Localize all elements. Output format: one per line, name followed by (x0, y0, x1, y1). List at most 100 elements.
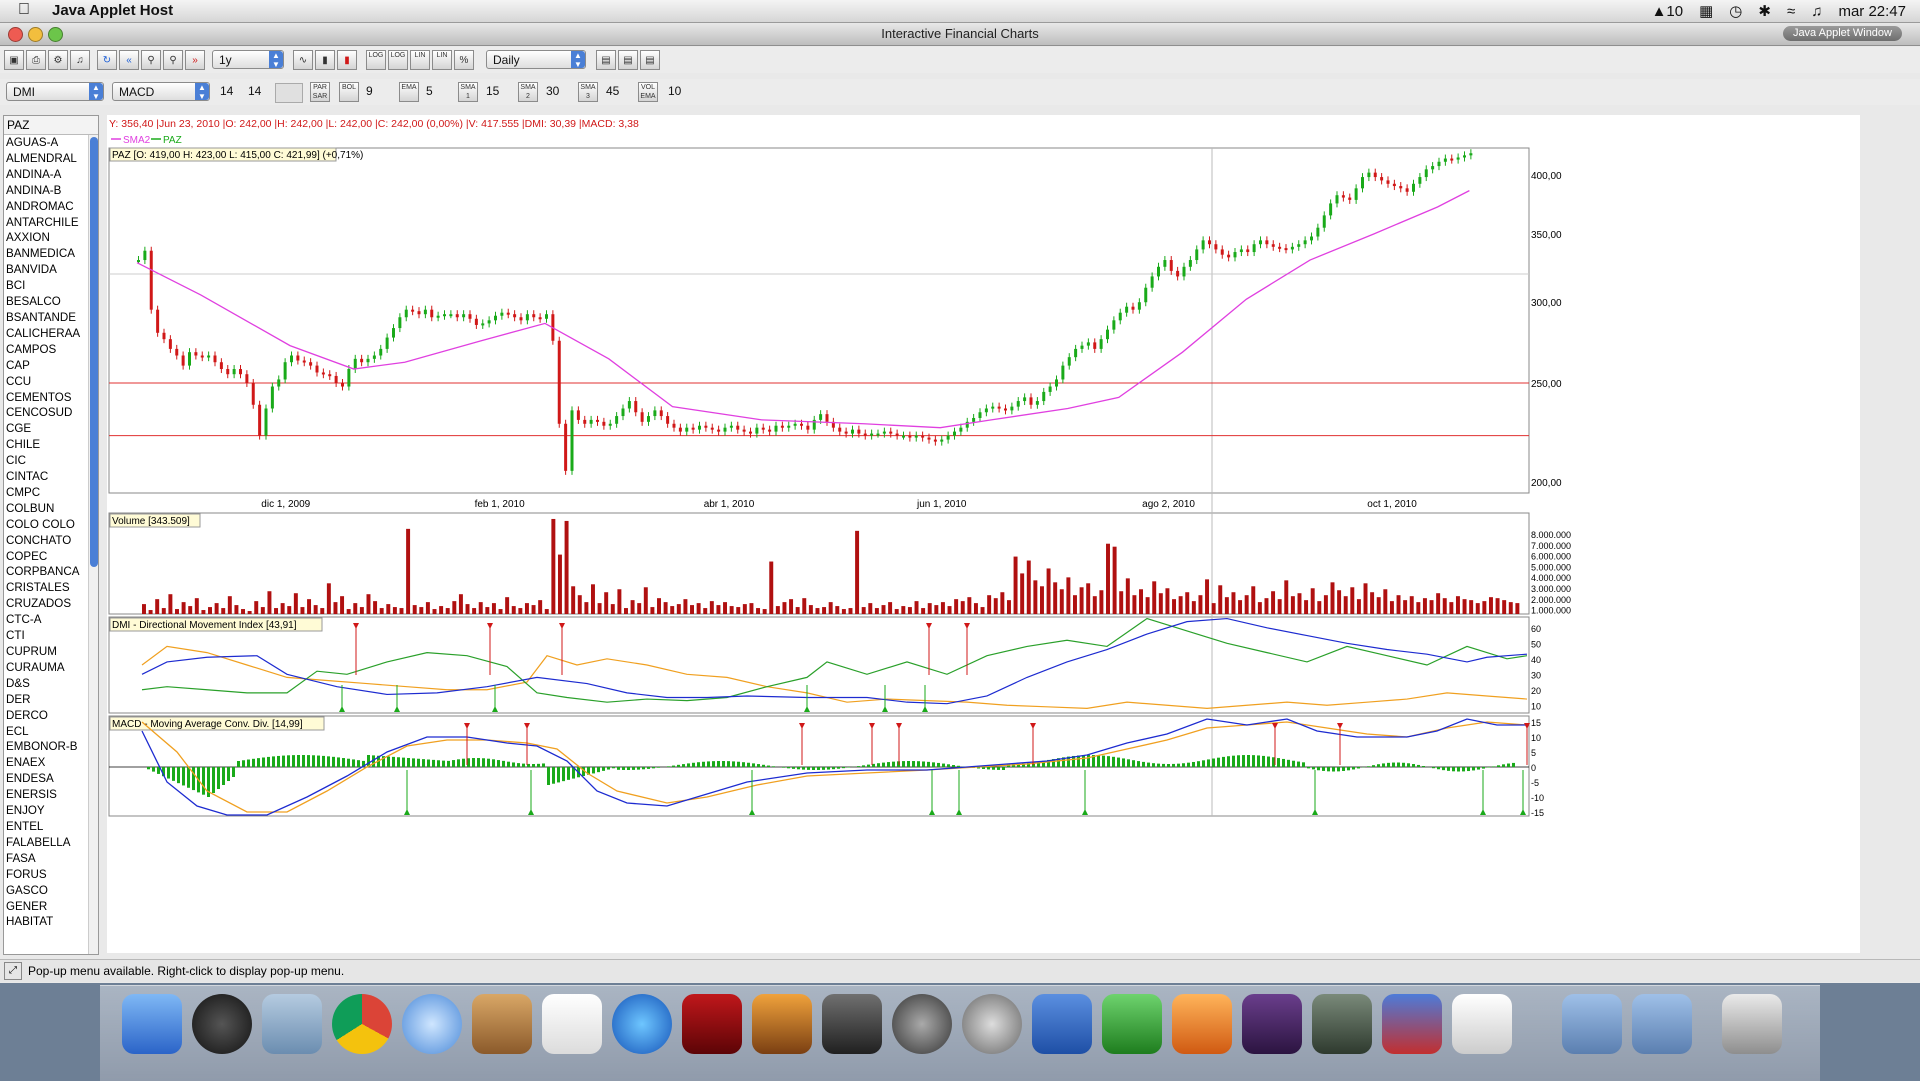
symbol-item[interactable]: CALICHERAA (4, 326, 98, 342)
param-1[interactable]: 14 (220, 84, 233, 98)
scroll-left-icon[interactable]: « (119, 50, 139, 70)
volume-ema-button[interactable]: VOL EMA (638, 82, 658, 102)
address-book-icon[interactable] (472, 994, 532, 1054)
symbol-item[interactable]: CURAUMA (4, 660, 98, 676)
documents-folder-icon[interactable] (1632, 994, 1692, 1054)
symbol-item[interactable]: CTI (4, 628, 98, 644)
photo-booth-icon[interactable] (1312, 994, 1372, 1054)
layout-3-icon[interactable]: ▤ (640, 50, 660, 70)
symbol-item[interactable]: GENER (4, 899, 98, 915)
bar-chart-icon[interactable]: ▮ (315, 50, 335, 70)
zoom-window-button[interactable] (48, 27, 63, 42)
symbol-item[interactable]: AXXION (4, 230, 98, 246)
mail-icon[interactable] (262, 994, 322, 1054)
interval-select[interactable]: Daily▲▼ (486, 50, 586, 69)
sma2-value[interactable]: 30 (546, 84, 559, 98)
layout-2-icon[interactable]: ▤ (618, 50, 638, 70)
time-machine-dock-icon[interactable] (892, 994, 952, 1054)
symbol-item[interactable]: COLO COLO (4, 517, 98, 533)
symbol-item[interactable]: CHILE (4, 437, 98, 453)
symbol-item[interactable]: CIC (4, 453, 98, 469)
candle-chart-icon[interactable]: ▮ (337, 50, 357, 70)
symbol-item[interactable]: CORPBANCA (4, 564, 98, 580)
price-panel[interactable] (109, 148, 1529, 493)
symbol-list[interactable]: PAZ AGUAS-AALMENDRALANDINA-AANDINA-BANDR… (3, 115, 99, 955)
wifi-icon[interactable]: ≈ (1787, 3, 1795, 20)
trash-icon[interactable] (1722, 994, 1782, 1054)
adobe-status-icon[interactable]: ▲10 (1652, 3, 1684, 20)
param-2[interactable]: 14 (248, 84, 261, 98)
symbol-item[interactable]: ENDESA (4, 771, 98, 787)
chart-type-icon[interactable]: ▣ (4, 50, 24, 70)
word-icon[interactable] (1032, 994, 1092, 1054)
symbol-item[interactable]: DER (4, 692, 98, 708)
sma3-value[interactable]: 45 (606, 84, 619, 98)
symbol-item[interactable]: FORUS (4, 867, 98, 883)
zoom-in-icon[interactable]: ⚲ (141, 50, 161, 70)
refresh-icon[interactable]: ↻ (97, 50, 117, 70)
chart-area[interactable]: Y: 356,40 |Jun 23, 2010 |O: 242,00 |H: 2… (107, 115, 1860, 953)
symbol-item[interactable]: CCU (4, 374, 98, 390)
indicator-select-2[interactable]: MACD▲▼ (112, 82, 210, 101)
symbol-item[interactable]: ENTEL (4, 819, 98, 835)
symbol-item[interactable]: CENCOSUD (4, 405, 98, 421)
symbol-item[interactable]: CRUZADOS (4, 596, 98, 612)
symbol-item[interactable]: FASA (4, 851, 98, 867)
log-scale-button-1[interactable]: LOG (366, 50, 386, 70)
front-row-icon[interactable] (682, 994, 742, 1054)
symbol-item[interactable]: CTC-A (4, 612, 98, 628)
symbol-item[interactable]: FALABELLA (4, 835, 98, 851)
symbol-item[interactable]: BANMEDICA (4, 246, 98, 262)
zoom-out-icon[interactable]: ⚲ (163, 50, 183, 70)
symbol-item[interactable]: BSANTANDE (4, 310, 98, 326)
parallels-icon[interactable] (1382, 994, 1442, 1054)
excel-icon[interactable] (1102, 994, 1162, 1054)
apple-menu-icon[interactable]:  (18, 1, 30, 19)
premiere-icon[interactable] (1242, 994, 1302, 1054)
minimize-window-button[interactable] (28, 27, 43, 42)
symbol-item[interactable]: CAP (4, 358, 98, 374)
bluetooth-icon[interactable]: ✱ (1758, 2, 1771, 20)
ema-button[interactable]: EMA (399, 82, 419, 102)
symbol-item[interactable]: CINTAC (4, 469, 98, 485)
bollinger-button[interactable]: BOL (339, 82, 359, 102)
system-preferences-icon[interactable] (962, 994, 1022, 1054)
iphoto-icon[interactable] (752, 994, 812, 1054)
symbol-item[interactable]: ENERSIS (4, 787, 98, 803)
symbol-item[interactable]: ENJOY (4, 803, 98, 819)
symbol-item[interactable]: ECL (4, 724, 98, 740)
sma3-button[interactable]: SMA 3 (578, 82, 598, 102)
symbol-item[interactable]: ANDINA-B (4, 183, 98, 199)
ichat-icon[interactable] (402, 994, 462, 1054)
symbol-item[interactable]: CUPRUM (4, 644, 98, 660)
symbol-item[interactable]: COLBUN (4, 501, 98, 517)
symbol-item[interactable]: AGUAS-A (4, 135, 98, 151)
symbol-item[interactable]: EMBONOR-B (4, 739, 98, 755)
symbol-item[interactable]: DERCO (4, 708, 98, 724)
symbol-item[interactable]: CEMENTOS (4, 390, 98, 406)
symbol-item[interactable]: CMPC (4, 485, 98, 501)
java-coffee-icon[interactable] (1452, 994, 1512, 1054)
imovie-icon[interactable] (822, 994, 882, 1054)
symbol-item[interactable]: ANDROMAC (4, 199, 98, 215)
linear-scale-button-2[interactable]: LIN (432, 50, 452, 70)
scrollbar-thumb[interactable] (90, 137, 98, 567)
symbol-item[interactable]: COPEC (4, 549, 98, 565)
bollinger-value[interactable]: 9 (366, 84, 373, 98)
symbol-item[interactable]: HABITAT (4, 914, 98, 930)
symbol-item[interactable]: GASCO (4, 883, 98, 899)
symbol-item[interactable]: BANVIDA (4, 262, 98, 278)
symbol-item[interactable]: CAMPOS (4, 342, 98, 358)
param-3-empty[interactable] (275, 83, 303, 103)
symbol-item[interactable]: BESALCO (4, 294, 98, 310)
symbol-item[interactable]: CRISTALES (4, 580, 98, 596)
applications-folder-icon[interactable] (1562, 994, 1622, 1054)
symbol-item[interactable]: D&S (4, 676, 98, 692)
percent-scale-button[interactable]: % (454, 50, 474, 70)
sma1-value[interactable]: 15 (486, 84, 499, 98)
dashboard-icon[interactable] (192, 994, 252, 1054)
selected-symbol-field[interactable]: PAZ (4, 116, 98, 135)
indicator-select-1[interactable]: DMI▲▼ (6, 82, 104, 101)
layout-1-icon[interactable]: ▤ (596, 50, 616, 70)
volume-panel[interactable] (109, 513, 1529, 614)
